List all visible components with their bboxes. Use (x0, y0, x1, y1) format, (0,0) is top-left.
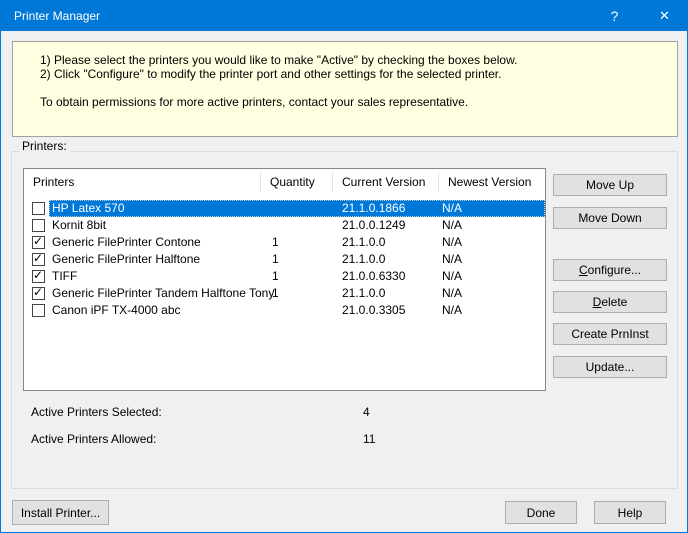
table-row[interactable]: ✓ Canon iPF TX-4000 abc 21.0.0.3305 N/A (24, 302, 545, 319)
window-title: Printer Manager (14, 9, 100, 23)
printer-current-version: 21.1.0.0 (342, 285, 385, 302)
printer-current-version: 21.1.0.1866 (342, 200, 405, 217)
column-header-quantity[interactable]: Quantity (270, 169, 315, 195)
done-button[interactable]: Done (505, 501, 577, 524)
create-prninst-button[interactable]: Create PrnInst (553, 323, 667, 345)
button-label: Move Down (578, 211, 641, 225)
checkmark-icon: ✓ (33, 286, 43, 299)
printer-current-version: 21.0.0.1249 (342, 217, 405, 234)
move-up-button[interactable]: Move Up (553, 174, 667, 196)
button-label: onfigure... (588, 263, 641, 277)
printer-current-version: 21.0.0.6330 (342, 268, 405, 285)
printer-name: Kornit 8bit (52, 217, 106, 234)
close-icon[interactable]: ✕ (642, 1, 687, 31)
printer-quantity: 1 (272, 285, 279, 302)
help-button[interactable]: Help (594, 501, 666, 524)
table-row[interactable]: ✓ TIFF 1 21.0.0.6330 N/A (24, 268, 545, 285)
button-label: C (579, 263, 588, 277)
instruction-line-2: 2) Click "Configure" to modify the print… (40, 67, 501, 81)
instructions-panel: 1) Please select the printers you would … (12, 41, 678, 137)
update-button[interactable]: Update... (553, 356, 667, 378)
active-printers-allowed-value: 11 (363, 432, 375, 446)
table-row[interactable]: ✓ HP Latex 570 21.1.0.1866 N/A (24, 200, 545, 217)
column-separator (260, 172, 261, 192)
table-row[interactable]: ✓ Generic FilePrinter Contone 1 21.1.0.0… (24, 234, 545, 251)
checkmark-icon: ✓ (33, 269, 43, 282)
printer-name: HP Latex 570 (52, 200, 125, 217)
printer-name: Generic FilePrinter Halftone (52, 251, 200, 268)
title-bar: Printer Manager ? ✕ (1, 1, 687, 31)
printer-newest-version: N/A (442, 217, 462, 234)
printer-name: Generic FilePrinter Tandem Halftone Tony (52, 285, 274, 302)
column-header-current-version[interactable]: Current Version (342, 169, 425, 195)
help-icon[interactable]: ? (592, 1, 637, 31)
list-header: Printers Quantity Current Version Newest… (24, 169, 545, 195)
printer-checkbox[interactable]: ✓ (32, 304, 45, 317)
delete-button[interactable]: Delete (553, 291, 667, 313)
printer-checkbox[interactable]: ✓ (32, 270, 45, 283)
button-label: elete (601, 295, 627, 309)
instruction-line-3: To obtain permissions for more active pr… (40, 95, 468, 109)
checkmark-icon: ✓ (33, 235, 43, 248)
checkmark-icon: ✓ (33, 252, 43, 265)
table-row[interactable]: ✓ Generic FilePrinter Tandem Halftone To… (24, 285, 545, 302)
printer-newest-version: N/A (442, 200, 462, 217)
column-header-printers[interactable]: Printers (33, 169, 74, 195)
active-printers-selected-label: Active Printers Selected: (31, 405, 162, 419)
printer-newest-version: N/A (442, 268, 462, 285)
printer-name: Generic FilePrinter Contone (52, 234, 201, 251)
button-label: D (593, 295, 602, 309)
configure-button[interactable]: Configure... (553, 259, 667, 281)
column-header-newest-version[interactable]: Newest Version (448, 169, 531, 195)
printer-current-version: 21.1.0.0 (342, 251, 385, 268)
printer-quantity: 1 (272, 251, 279, 268)
instruction-line-1: 1) Please select the printers you would … (40, 53, 517, 67)
printer-newest-version: N/A (442, 234, 462, 251)
printer-checkbox[interactable]: ✓ (32, 253, 45, 266)
active-printers-allowed-label: Active Printers Allowed: (31, 432, 156, 446)
printers-group-label: Printers: (19, 139, 70, 153)
table-row[interactable]: ✓ Kornit 8bit 21.0.0.1249 N/A (24, 217, 545, 234)
printer-quantity: 1 (272, 268, 279, 285)
table-row[interactable]: ✓ Generic FilePrinter Halftone 1 21.1.0.… (24, 251, 545, 268)
printer-newest-version: N/A (442, 285, 462, 302)
printer-list[interactable]: Printers Quantity Current Version Newest… (23, 168, 546, 391)
printer-quantity: 1 (272, 234, 279, 251)
button-label: Move Up (586, 178, 634, 192)
button-label: Create PrnInst (571, 327, 648, 341)
printer-name: TIFF (52, 268, 77, 285)
button-label: Update... (586, 360, 635, 374)
printer-current-version: 21.0.0.3305 (342, 302, 405, 319)
printer-newest-version: N/A (442, 251, 462, 268)
printer-checkbox[interactable]: ✓ (32, 287, 45, 300)
printer-checkbox[interactable]: ✓ (32, 202, 45, 215)
printer-manager-dialog: Printer Manager ? ✕ 1) Please select the… (0, 0, 688, 533)
printer-checkbox[interactable]: ✓ (32, 219, 45, 232)
active-printers-selected-value: 4 (363, 405, 370, 419)
printer-checkbox[interactable]: ✓ (32, 236, 45, 249)
install-printer-button[interactable]: Install Printer... (12, 500, 109, 525)
move-down-button[interactable]: Move Down (553, 207, 667, 229)
column-separator (438, 172, 439, 192)
column-separator (332, 172, 333, 192)
printer-newest-version: N/A (442, 302, 462, 319)
printer-current-version: 21.1.0.0 (342, 234, 385, 251)
printer-name: Canon iPF TX-4000 abc (52, 302, 181, 319)
